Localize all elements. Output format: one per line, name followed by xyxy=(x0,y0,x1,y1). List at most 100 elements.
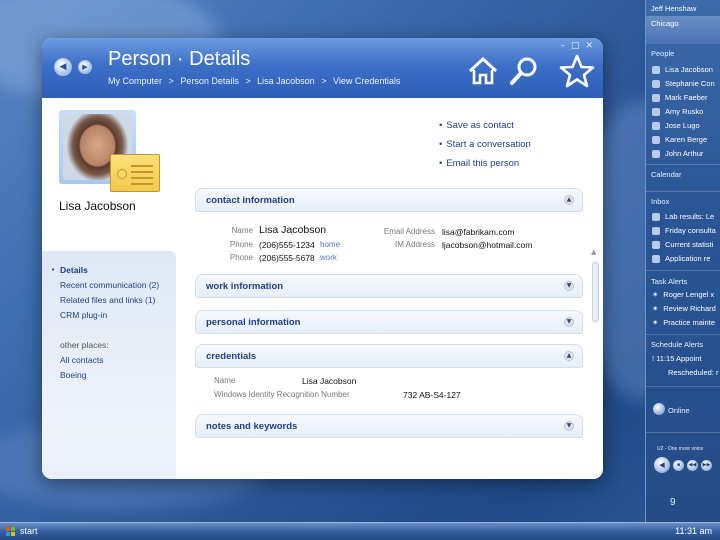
close-icon[interactable]: ✕ xyxy=(585,41,593,51)
breadcrumb-separator: > xyxy=(168,76,174,86)
sidebar-divider xyxy=(646,191,720,192)
start-conversation-link[interactable]: Start a conversation xyxy=(439,139,531,150)
home-icon[interactable] xyxy=(466,54,500,88)
window-title: Person · Details xyxy=(108,48,251,70)
field-label-name: Name xyxy=(214,376,236,385)
field-value-im[interactable]: ljacobson@hotmail.com xyxy=(442,240,532,250)
sidebar-person-item[interactable]: Amy Rusko xyxy=(652,107,703,116)
field-value-credential-name: Lisa Jacobson xyxy=(302,376,357,386)
section-personal-header[interactable]: personal information ▼ xyxy=(195,310,583,334)
field-value-phone-home[interactable]: (206)555-1234 xyxy=(259,240,315,250)
media-controls: ◀ ■ ◀◀ ▶▶ xyxy=(654,457,712,473)
inbox-item[interactable]: Lab results: Le xyxy=(652,212,714,221)
schedule-alerts-heading[interactable]: Schedule Alerts xyxy=(651,340,703,349)
section-contact-header[interactable]: contact information ▲ xyxy=(195,188,583,212)
breadcrumb-item[interactable]: Lisa Jacobson xyxy=(257,76,315,86)
stop-icon[interactable]: ■ xyxy=(673,459,684,471)
task-item[interactable]: ✶ Roger Lengel x xyxy=(652,290,714,299)
collapse-icon[interactable]: ▲ xyxy=(564,351,574,361)
next-icon[interactable]: ▶▶ xyxy=(701,459,712,471)
inbox-item[interactable]: Current statisti xyxy=(652,240,713,249)
scroll-up-icon[interactable]: ▲ xyxy=(591,248,596,256)
sidebar: Jeff Henshaw Chicago People Lisa Jacobso… xyxy=(645,0,720,522)
collapse-icon[interactable]: ▲ xyxy=(564,195,574,205)
schedule-item[interactable]: Rescheduled: r xyxy=(668,368,718,377)
calendar-heading[interactable]: Calendar xyxy=(651,170,681,179)
breadcrumb-item[interactable]: View Credentials xyxy=(333,76,400,86)
minimize-icon[interactable]: – xyxy=(560,41,565,51)
star-icon[interactable] xyxy=(558,54,596,88)
start-label: start xyxy=(20,526,38,536)
nav-item-boeing[interactable]: Boeing xyxy=(60,370,86,380)
nav-item-details[interactable]: Details xyxy=(60,265,88,275)
inbox-item[interactable]: Application re xyxy=(652,254,710,263)
search-icon[interactable] xyxy=(507,54,541,88)
section-work-header[interactable]: work information ▼ xyxy=(195,274,583,298)
person-icon xyxy=(652,135,660,144)
task-alerts-heading[interactable]: Task Alerts xyxy=(651,277,687,286)
section-notes-header[interactable]: notes and keywords ▼ xyxy=(195,414,583,438)
play-icon[interactable]: ◀ xyxy=(654,457,670,473)
nav-item-crm-plugin[interactable]: CRM plug-in xyxy=(60,310,107,320)
expand-icon[interactable]: ▼ xyxy=(564,317,574,327)
details-sections: contact information ▲ Name Lisa Jacobson… xyxy=(195,188,583,479)
section-title: notes and keywords xyxy=(206,421,298,432)
sidebar-person-item[interactable]: Mark Faeber xyxy=(652,93,708,102)
sidebar-person-item[interactable]: John Arthur xyxy=(652,149,703,158)
sidebar-person-label: Amy Rusko xyxy=(665,107,704,116)
email-person-link[interactable]: Email this person xyxy=(439,158,519,169)
sidebar-person-label: John Arthur xyxy=(665,149,704,158)
section-credentials-header[interactable]: credentials ▲ xyxy=(195,344,583,368)
phone-type-work: work xyxy=(320,253,337,262)
scroll-down-icon[interactable]: ▼ xyxy=(591,478,596,479)
field-label-im: IM Address xyxy=(394,240,435,249)
previous-icon[interactable]: ◀◀ xyxy=(687,459,698,471)
field-value-email[interactable]: lisa@fabrikam.com xyxy=(442,227,514,237)
inbox-item[interactable]: Friday consulta xyxy=(652,226,716,235)
back-button[interactable]: ◀ xyxy=(54,58,72,76)
city-tile[interactable]: Chicago xyxy=(646,16,720,44)
city-label: Chicago xyxy=(651,19,679,28)
task-item[interactable]: ✶ Practice mainte xyxy=(652,318,715,327)
sidebar-person-item[interactable]: Stephanie Con xyxy=(652,79,715,88)
nav-item-recent-communication[interactable]: Recent communication (2) xyxy=(60,280,159,290)
sidebar-person-item[interactable]: Karen Berge xyxy=(652,135,707,144)
mail-icon xyxy=(652,254,660,263)
sidebar-divider xyxy=(646,386,720,387)
expand-icon[interactable]: ▼ xyxy=(564,421,574,431)
start-button[interactable]: start xyxy=(6,526,38,536)
schedule-item[interactable]: ! 11:15 Appoint xyxy=(652,354,702,363)
people-heading: People xyxy=(651,49,675,58)
sidebar-person-item[interactable]: Lisa Jacobson xyxy=(652,65,713,74)
expand-icon[interactable]: ▼ xyxy=(564,281,574,291)
nav-item-related-files[interactable]: Related files and links (1) xyxy=(60,295,155,305)
nav-item-all-contacts[interactable]: All contacts xyxy=(60,355,103,365)
save-as-contact-link[interactable]: Save as contact xyxy=(439,120,514,131)
field-value-name: Lisa Jacobson xyxy=(259,224,327,236)
field-value-phone-work[interactable]: (206)555-5678 xyxy=(259,253,315,263)
task-star-icon: ✶ xyxy=(652,304,659,313)
inbox-heading[interactable]: Inbox xyxy=(651,197,669,206)
scroll-thumb[interactable] xyxy=(592,262,599,322)
online-status[interactable]: Online xyxy=(668,406,690,415)
breadcrumb-item[interactable]: Person Details xyxy=(180,76,239,86)
field-value-wirn: 732 AB-S4-127 xyxy=(403,390,461,400)
online-status-icon[interactable] xyxy=(653,403,665,415)
mail-icon xyxy=(652,226,660,235)
phone-type-home: home xyxy=(320,240,341,249)
breadcrumb: My Computer > Person Details > Lisa Jaco… xyxy=(108,76,404,86)
breadcrumb-item[interactable]: My Computer xyxy=(108,76,162,86)
sidebar-divider xyxy=(646,334,720,335)
sidebar-person-item[interactable]: Jose Lugo xyxy=(652,121,700,130)
maximize-icon[interactable]: □ xyxy=(571,41,580,51)
taskbar-clock: 11:31 am xyxy=(675,526,712,536)
person-name: Lisa Jacobson xyxy=(59,199,136,213)
field-label-phone: Phone xyxy=(229,240,253,249)
sidebar-divider xyxy=(646,270,720,271)
sidebar-divider xyxy=(646,432,720,433)
vertical-scrollbar[interactable]: ▲ ▼ xyxy=(591,248,600,479)
forward-button[interactable]: ▶ xyxy=(78,60,92,74)
field-label-phone: Phone xyxy=(229,253,253,262)
window-content: Lisa Jacobson • Details Recent communica… xyxy=(42,98,603,479)
task-item[interactable]: ✶ Review Richard xyxy=(652,304,716,313)
